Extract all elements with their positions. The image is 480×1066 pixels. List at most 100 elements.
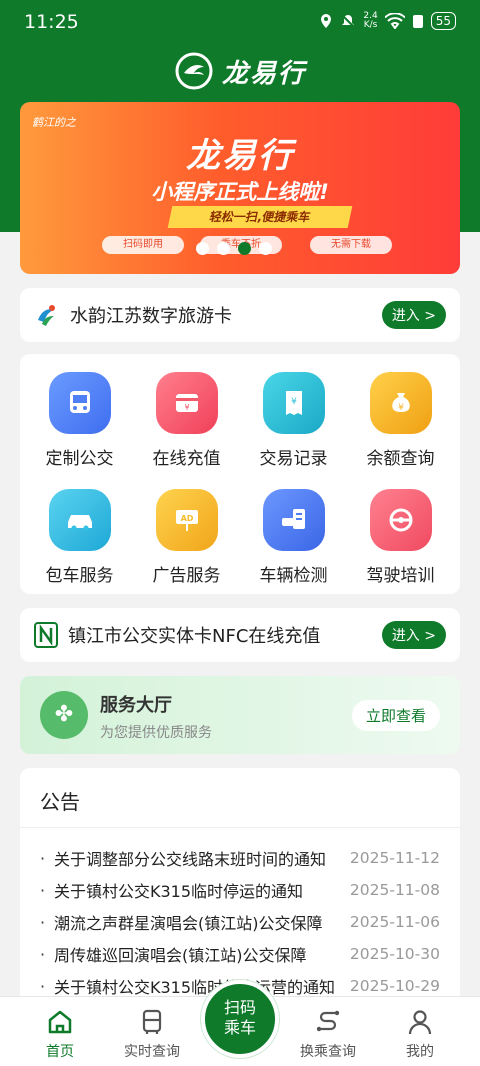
tab-realtime[interactable]: 实时查询 — [104, 1007, 200, 1061]
carousel-dot[interactable] — [259, 242, 272, 255]
service-transaction-records[interactable]: ¥ 交易记录 — [240, 372, 347, 489]
svg-text:AD: AD — [180, 514, 193, 523]
notice-list: · 关于调整部分公交线路末班时间的通知 2025-11-12 · 关于镇村公交K… — [40, 842, 440, 1002]
tab-label: 实时查询 — [124, 1044, 180, 1060]
nfc-label: 镇江市公交实体卡NFC在线充值 — [68, 626, 321, 647]
service-hall-title: 服务大厅 — [100, 695, 172, 716]
banner-title: 龙易行 — [186, 136, 294, 176]
carousel-dot[interactable] — [196, 242, 209, 255]
battery-level: 55 — [430, 12, 456, 30]
banner-tag: 扫码即用 — [102, 236, 184, 254]
user-icon — [408, 1010, 432, 1035]
service-hall-view-button[interactable]: 立即查看 — [351, 700, 440, 731]
banner-tag: 无需下载 — [310, 236, 392, 254]
tab-label: 换乘查询 — [300, 1044, 356, 1060]
home-icon — [48, 1010, 72, 1034]
clover-icon: ✤ — [40, 691, 88, 739]
notice-title: 公告 — [40, 790, 80, 814]
status-bar: 11:25 2.4 K/s 55 — [0, 0, 480, 46]
carousel-dot[interactable] — [217, 242, 230, 255]
scan-ride-button[interactable]: 扫码 乘车 — [201, 980, 279, 1058]
tab-mine[interactable]: 我的 — [372, 1007, 468, 1061]
bus-icon — [142, 1009, 162, 1034]
dragon-logo-icon — [175, 52, 213, 90]
service-driving-training[interactable]: 驾驶培训 — [347, 489, 454, 606]
bullet: · — [40, 912, 46, 932]
notice-item-date: 2025-11-08 — [349, 881, 440, 899]
tab-label: 首页 — [46, 1044, 74, 1060]
mute-bell-icon — [341, 14, 356, 28]
notice-item-title: 关于镇村公交K315临时停运的通知 — [54, 882, 304, 901]
carousel-dot-active[interactable] — [238, 242, 251, 255]
carousel-indicator — [196, 242, 272, 255]
tab-transfer[interactable]: 换乘查询 — [280, 1007, 376, 1061]
service-online-recharge[interactable]: ¥ 在线充值 — [133, 372, 240, 489]
bullet: · — [40, 848, 46, 868]
battery-saver-icon — [412, 15, 423, 28]
svg-text:¥: ¥ — [291, 397, 297, 407]
divider — [20, 827, 460, 828]
travel-card-label: 水韵江苏数字旅游卡 — [70, 306, 232, 327]
service-balance-inquiry[interactable]: ¥ 余额查询 — [347, 372, 454, 489]
service-label: 定制公交 — [45, 449, 114, 469]
app-name: 龙易行 — [221, 58, 306, 89]
network-speed: 2.4 K/s — [363, 11, 378, 30]
car-icon — [48, 489, 111, 551]
notice-item[interactable]: · 关于镇村公交K315临时停运的通知 2025-11-08 — [40, 874, 440, 906]
svg-text:¥: ¥ — [184, 403, 189, 412]
banner-slogan: 轻松一扫,便捷乘车 — [167, 206, 353, 228]
wifi-icon — [384, 13, 405, 29]
location-icon — [321, 14, 332, 28]
service-charter[interactable]: 包车服务 — [26, 489, 133, 606]
service-label: 广告服务 — [152, 566, 221, 586]
service-hall-subtitle: 为您提供优质服务 — [100, 725, 212, 741]
service-advertising[interactable]: AD 广告服务 — [133, 489, 240, 606]
steering-wheel-icon — [369, 489, 432, 551]
notice-item[interactable]: · 关于调整部分公交线路末班时间的通知 2025-11-12 — [40, 842, 440, 874]
status-time: 11:25 — [24, 11, 79, 33]
wallet-card-icon: ¥ — [155, 372, 218, 434]
tab-home[interactable]: 首页 — [12, 1007, 108, 1061]
services-grid-card: 定制公交 ¥ 在线充值 ¥ 交易记录 ¥ 余额查询 包车服务 AD 广告服务 车… — [20, 354, 460, 594]
nfc-recharge-row[interactable]: 镇江市公交实体卡NFC在线充值 进入 > — [20, 608, 460, 662]
vehicle-check-icon — [262, 489, 325, 551]
scan-label-line1: 扫码 — [223, 998, 256, 1017]
service-vehicle-inspection[interactable]: 车辆检测 — [240, 489, 347, 606]
scan-label-line2: 乘车 — [223, 1018, 256, 1037]
jiangsu-travel-icon — [38, 305, 55, 326]
service-label: 包车服务 — [45, 566, 114, 586]
ad-board-icon: AD — [155, 489, 218, 551]
notice-item-date: 2025-11-06 — [349, 913, 440, 931]
notice-item[interactable]: · 潮流之声群星演唱会(镇江站)公交保障 2025-11-06 — [40, 906, 440, 938]
notice-item-title: 关于调整部分公交线路末班时间的通知 — [54, 850, 327, 869]
receipt-icon: ¥ — [262, 372, 325, 434]
notice-item-title: 周传雄巡回演唱会(镇江站)公交保障 — [54, 946, 307, 965]
notice-item[interactable]: · 周传雄巡回演唱会(镇江站)公交保障 2025-10-30 — [40, 938, 440, 970]
bullet: · — [40, 944, 46, 964]
notice-item-date: 2025-10-29 — [349, 977, 440, 995]
bullet: · — [40, 880, 46, 900]
service-label: 交易记录 — [259, 449, 328, 469]
money-bag-icon: ¥ — [369, 372, 432, 434]
service-label: 车辆检测 — [259, 566, 328, 586]
bus-icon — [48, 372, 111, 434]
service-label: 驾驶培训 — [366, 566, 435, 586]
travel-card-enter-button[interactable]: 进入 > — [381, 301, 446, 329]
notice-item-date: 2025-10-30 — [349, 945, 440, 963]
service-label: 在线充值 — [152, 449, 221, 469]
bullet: · — [40, 976, 46, 996]
services-grid: 定制公交 ¥ 在线充值 ¥ 交易记录 ¥ 余额查询 包车服务 AD 广告服务 车… — [20, 354, 460, 606]
banner-subtitle: 小程序正式上线啦! — [151, 180, 329, 204]
notice-item-date: 2025-11-12 — [349, 849, 440, 867]
nfc-enter-button[interactable]: 进入 > — [381, 621, 446, 649]
notice-item-title: 潮流之声群星演唱会(镇江站)公交保障 — [54, 914, 323, 933]
notice-item-title: 关于镇村公交K315临时停止运营的通知 — [54, 978, 336, 997]
travel-card-row[interactable]: 水韵江苏数字旅游卡 进入 > — [20, 288, 460, 342]
tab-label: 我的 — [406, 1044, 434, 1060]
svg-text:¥: ¥ — [398, 403, 404, 413]
service-label: 余额查询 — [366, 449, 435, 469]
service-custom-bus[interactable]: 定制公交 — [26, 372, 133, 489]
route-icon — [316, 1010, 340, 1032]
status-icons: 2.4 K/s 55 — [319, 12, 456, 30]
service-hall-banner[interactable]: ✤ 服务大厅 为您提供优质服务 立即查看 — [20, 676, 460, 754]
